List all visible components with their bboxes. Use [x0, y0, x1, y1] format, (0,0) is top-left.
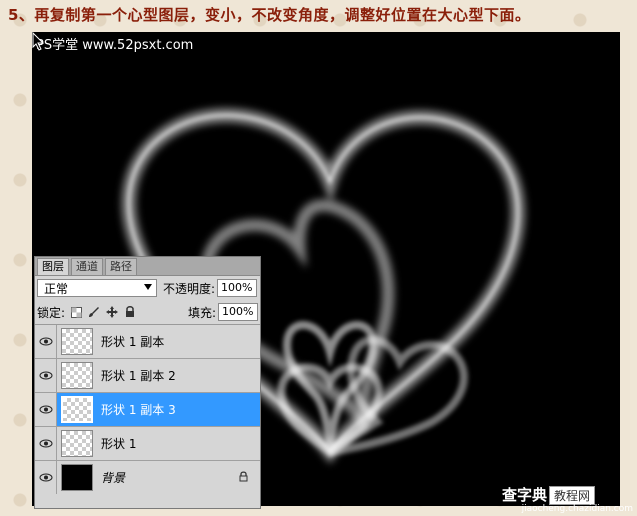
transparency-lock-icon[interactable] — [69, 305, 83, 319]
visibility-eye-icon[interactable] — [35, 359, 57, 392]
layer-row[interactable]: 形状 1 副本 2 — [35, 359, 260, 393]
visibility-eye-icon[interactable] — [35, 393, 57, 426]
small-heart-shape — [277, 321, 468, 458]
watermark-box: 教程网 — [549, 486, 596, 505]
chevron-down-icon — [144, 284, 152, 290]
visibility-eye-icon[interactable] — [35, 427, 57, 460]
layer-thumbnail — [61, 328, 93, 355]
watermark: 查字典 教程网 jiaocheng.chazidian.com — [502, 484, 637, 516]
visibility-eye-icon[interactable] — [35, 325, 57, 358]
blend-mode-select[interactable]: 正常 — [37, 279, 157, 297]
padlock-icon — [239, 471, 248, 485]
tab-channels[interactable]: 通道 — [71, 258, 103, 275]
tab-layers[interactable]: 图层 — [37, 258, 69, 275]
lock-label: 锁定: — [37, 305, 66, 320]
layer-name: 背景 — [101, 471, 126, 485]
watermark-main: 查字典 — [502, 486, 548, 504]
layer-name: 形状 1 副本 3 — [101, 403, 176, 417]
brush-lock-icon[interactable] — [87, 305, 101, 319]
layer-row[interactable]: 形状 1 — [35, 427, 260, 461]
layer-name: 形状 1 副本 — [101, 335, 165, 349]
layer-thumbnail — [61, 464, 93, 491]
tab-paths[interactable]: 路径 — [105, 258, 137, 275]
blend-mode-value: 正常 — [44, 281, 69, 296]
site-label: PS学堂 www.52psxt.com — [36, 38, 194, 53]
layer-row-background[interactable]: 背景 — [35, 461, 260, 494]
instruction-title: 5、再复制第一个心型图层，变小，不改变角度，调整好位置在大心型下面。 — [8, 6, 531, 24]
move-lock-icon[interactable] — [105, 305, 119, 319]
visibility-eye-icon[interactable] — [35, 461, 57, 494]
padlock-icon[interactable] — [123, 305, 137, 319]
panel-tabs: 图层 通道 路径 — [35, 257, 260, 276]
layer-thumbnail — [61, 430, 93, 457]
fill-input[interactable]: 100% — [218, 303, 258, 321]
layers-panel: 图层 通道 路径 正常 不透明度: 100% 锁定: 填充: 100% 形状 1… — [34, 256, 261, 509]
layer-thumbnail — [61, 362, 93, 389]
watermark-url: jiaocheng.chazidian.com — [521, 504, 633, 514]
opacity-label: 不透明度: — [163, 281, 216, 296]
opacity-input[interactable]: 100% — [217, 279, 258, 297]
layer-name: 形状 1 — [101, 437, 137, 451]
layer-row-selected[interactable]: 形状 1 副本 3 — [35, 393, 260, 427]
layer-thumbnail — [61, 396, 93, 423]
layer-row[interactable]: 形状 1 副本 — [35, 325, 260, 359]
layer-name: 形状 1 副本 2 — [101, 369, 176, 383]
fill-label: 填充: — [187, 305, 216, 320]
cursor-arrow-icon — [32, 32, 45, 51]
